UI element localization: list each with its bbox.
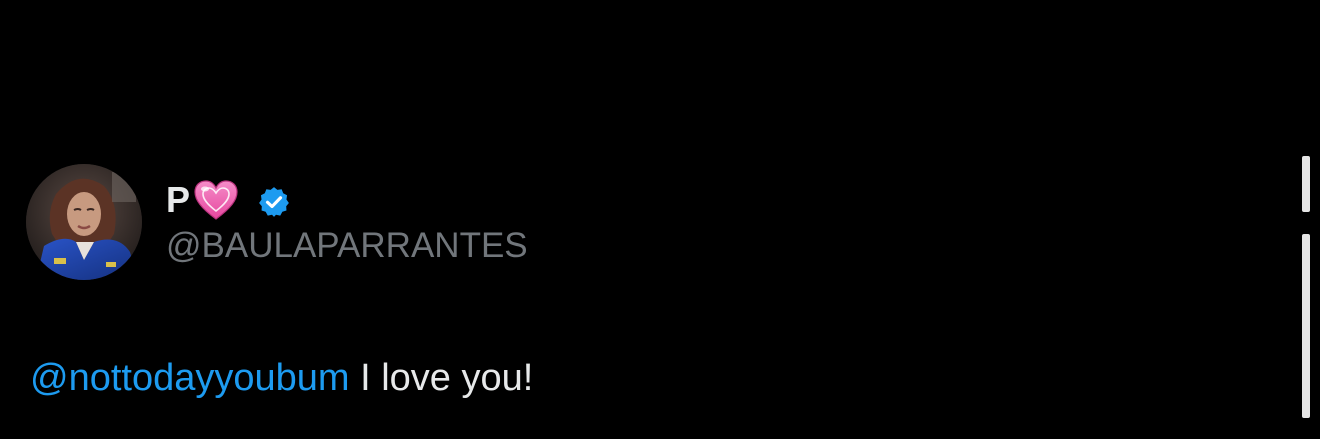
display-name-row[interactable]: P xyxy=(166,176,291,224)
verified-icon[interactable] xyxy=(257,185,291,219)
scrollbar-segment xyxy=(1302,156,1310,212)
post[interactable]: P @BAULAPARRANTES @nottodayyoubum I love… xyxy=(0,0,1320,439)
scrollbar-thumb[interactable] xyxy=(1302,234,1310,418)
scrollbar[interactable] xyxy=(1302,156,1312,418)
avatar[interactable] xyxy=(26,164,142,280)
mention-link[interactable]: @nottodayyoubum xyxy=(30,357,350,399)
post-body: I love you! xyxy=(349,357,534,399)
post-text: @nottodayyoubum I love you! xyxy=(30,354,533,402)
avatar-image xyxy=(26,164,142,280)
handle[interactable]: @BAULAPARRANTES xyxy=(166,224,528,268)
display-name[interactable]: P xyxy=(166,176,190,224)
pink-heart-icon xyxy=(194,180,238,220)
